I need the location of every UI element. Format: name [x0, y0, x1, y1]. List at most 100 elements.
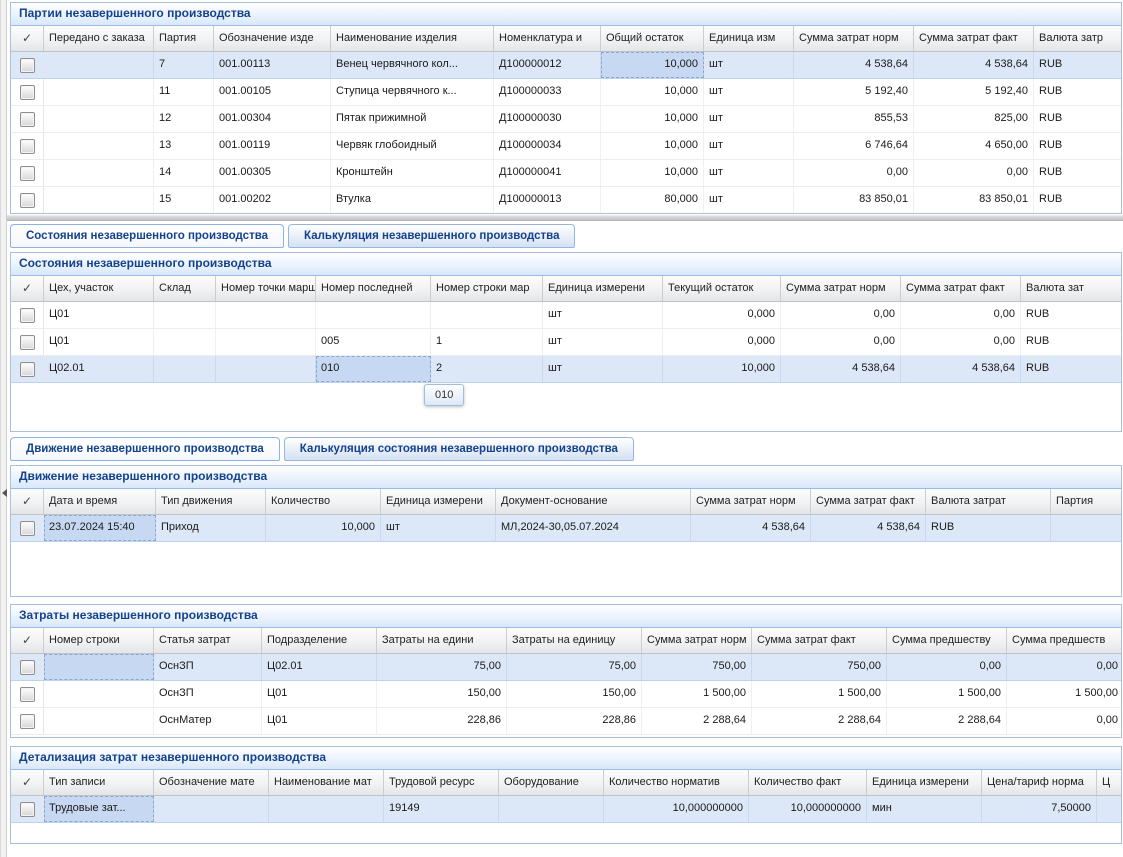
table-row[interactable]: Ц01шт0,0000,000,00RUB — [11, 302, 1122, 329]
cell[interactable]: 0,00 — [1007, 654, 1122, 680]
cell[interactable]: ОснЗП — [154, 681, 262, 707]
collapse-left-icon[interactable] — [2, 489, 7, 497]
column-header[interactable]: Партия — [1051, 489, 1122, 514]
cell[interactable] — [154, 302, 216, 328]
cell[interactable]: 4 538,64 — [914, 52, 1034, 78]
column-header[interactable]: Номер строки — [44, 628, 154, 653]
row-checkbox-cell[interactable] — [11, 796, 44, 822]
cell[interactable]: 83 850,01 — [794, 187, 914, 213]
cell[interactable]: шт — [704, 133, 794, 159]
cell[interactable]: 0,00 — [794, 160, 914, 186]
cell[interactable]: 10,000 — [601, 79, 704, 105]
column-header[interactable]: Статья затрат — [154, 628, 262, 653]
table-row[interactable]: 14001.00305КронштейнД10000004110,000шт0,… — [11, 160, 1122, 187]
cell[interactable]: МЛ,2024-30,05.07.2024 — [496, 515, 691, 541]
left-panel-splitter[interactable] — [0, 0, 7, 857]
column-header[interactable]: Подразделение — [262, 628, 377, 653]
cell[interactable]: 2 288,64 — [887, 708, 1007, 734]
tab-inactive[interactable]: Калькуляция незавершенного производства — [288, 224, 575, 248]
cell[interactable] — [44, 160, 154, 186]
select-all-checkmark-icon[interactable]: ✓ — [11, 276, 44, 301]
column-header[interactable]: Дата и время — [44, 489, 156, 514]
column-header[interactable]: Обозначение мате — [154, 770, 269, 795]
cell[interactable]: 10,000 — [601, 106, 704, 132]
column-header[interactable]: Валюта зат — [1021, 276, 1122, 301]
row-checkbox-cell[interactable] — [11, 133, 44, 159]
cell[interactable]: 13 — [154, 133, 214, 159]
column-header[interactable]: Затраты на единицу — [507, 628, 642, 653]
column-header[interactable]: Общий остаток — [601, 26, 704, 51]
table-row[interactable]: Ц010051шт0,0000,000,00RUB — [11, 329, 1122, 356]
table-row[interactable]: 15001.00202ВтулкаД10000001380,000шт83 85… — [11, 187, 1122, 214]
column-header[interactable]: Сумма затрат норм — [691, 489, 811, 514]
cell[interactable]: 2 288,64 — [642, 708, 752, 734]
column-header[interactable]: Номер точки марш — [216, 276, 316, 301]
cell[interactable]: 10,000000000 — [749, 796, 867, 822]
cell[interactable]: шт — [543, 302, 663, 328]
cell[interactable]: 1 500,00 — [642, 681, 752, 707]
cell[interactable]: шт — [704, 79, 794, 105]
cell[interactable] — [154, 796, 269, 822]
column-header[interactable]: Сумма затрат факт — [811, 489, 926, 514]
table-row[interactable]: 12001.00304Пятак прижимнойД10000003010,0… — [11, 106, 1122, 133]
column-header[interactable]: Ц — [1097, 770, 1122, 795]
column-header[interactable]: Цех, участок — [44, 276, 154, 301]
cell[interactable]: 001.00113 — [214, 52, 331, 78]
cell[interactable]: Ц01 — [262, 681, 377, 707]
cell[interactable]: 001.00304 — [214, 106, 331, 132]
row-checkbox-cell[interactable] — [11, 52, 44, 78]
tab-active[interactable]: Движение незавершенного производства — [10, 437, 280, 461]
cell[interactable] — [44, 106, 154, 132]
column-header[interactable]: Сумма затрат норм — [794, 26, 914, 51]
cell[interactable]: Д100000041 — [494, 160, 601, 186]
cell[interactable] — [44, 133, 154, 159]
column-header[interactable]: Единица изм — [704, 26, 794, 51]
row-checkbox-cell[interactable] — [11, 106, 44, 132]
table-row[interactable]: 11001.00105Ступица червячного к...Д10000… — [11, 79, 1122, 106]
cell[interactable]: шт — [543, 356, 663, 382]
cell[interactable] — [216, 302, 316, 328]
cell[interactable]: 001.00305 — [214, 160, 331, 186]
row-checkbox[interactable] — [20, 112, 35, 127]
cell[interactable]: 7 — [154, 52, 214, 78]
cell[interactable]: 10,000000000 — [604, 796, 749, 822]
table-row[interactable]: 13001.00119Червяк глобоидныйД10000003410… — [11, 133, 1122, 160]
column-header[interactable]: Количество факт — [749, 770, 867, 795]
cell[interactable]: Ц02.01 — [262, 654, 377, 680]
cell[interactable] — [1051, 515, 1122, 541]
row-checkbox-cell[interactable] — [11, 329, 44, 355]
cell[interactable]: 4 650,00 — [914, 133, 1034, 159]
column-header[interactable]: Оборудование — [499, 770, 604, 795]
cell[interactable]: 150,00 — [507, 681, 642, 707]
cell[interactable]: 6 746,64 — [794, 133, 914, 159]
column-header[interactable]: Количество — [266, 489, 381, 514]
cell[interactable]: ОснЗП — [154, 654, 262, 680]
cell[interactable]: RUB — [1034, 187, 1122, 213]
table-row[interactable]: ОснЗПЦ02.0175,0075,00750,00750,000,000,0… — [11, 654, 1122, 681]
cell[interactable]: 001.00105 — [214, 79, 331, 105]
column-header[interactable]: Сумма затрат норм — [642, 628, 752, 653]
cell[interactable]: 5 192,40 — [794, 79, 914, 105]
column-header[interactable]: Склад — [154, 276, 216, 301]
table-row[interactable]: ОснМатерЦ01228,86228,862 288,642 288,642… — [11, 708, 1122, 735]
column-header[interactable]: Номер последней — [316, 276, 431, 301]
cell[interactable]: Трудовые зат... — [44, 796, 154, 822]
cell[interactable]: 0,000 — [663, 302, 781, 328]
cell[interactable] — [44, 654, 154, 680]
column-header[interactable]: Количество норматив — [604, 770, 749, 795]
cell[interactable]: 12 — [154, 106, 214, 132]
row-checkbox[interactable] — [20, 687, 35, 702]
cell[interactable]: 825,00 — [914, 106, 1034, 132]
cell[interactable]: 0,00 — [901, 302, 1021, 328]
cell[interactable]: 7,50000 — [982, 796, 1097, 822]
cell[interactable]: шт — [381, 515, 496, 541]
row-checkbox-cell[interactable] — [11, 681, 44, 707]
column-header[interactable]: Передано с заказа — [44, 26, 154, 51]
column-header[interactable]: Единица измерени — [867, 770, 982, 795]
cell[interactable] — [216, 356, 316, 382]
row-checkbox[interactable] — [20, 714, 35, 729]
cell[interactable]: Ц01 — [44, 302, 154, 328]
cell[interactable]: Ц02.01 — [44, 356, 154, 382]
cell[interactable]: 4 538,64 — [691, 515, 811, 541]
column-header[interactable]: Номер строки мар — [431, 276, 543, 301]
